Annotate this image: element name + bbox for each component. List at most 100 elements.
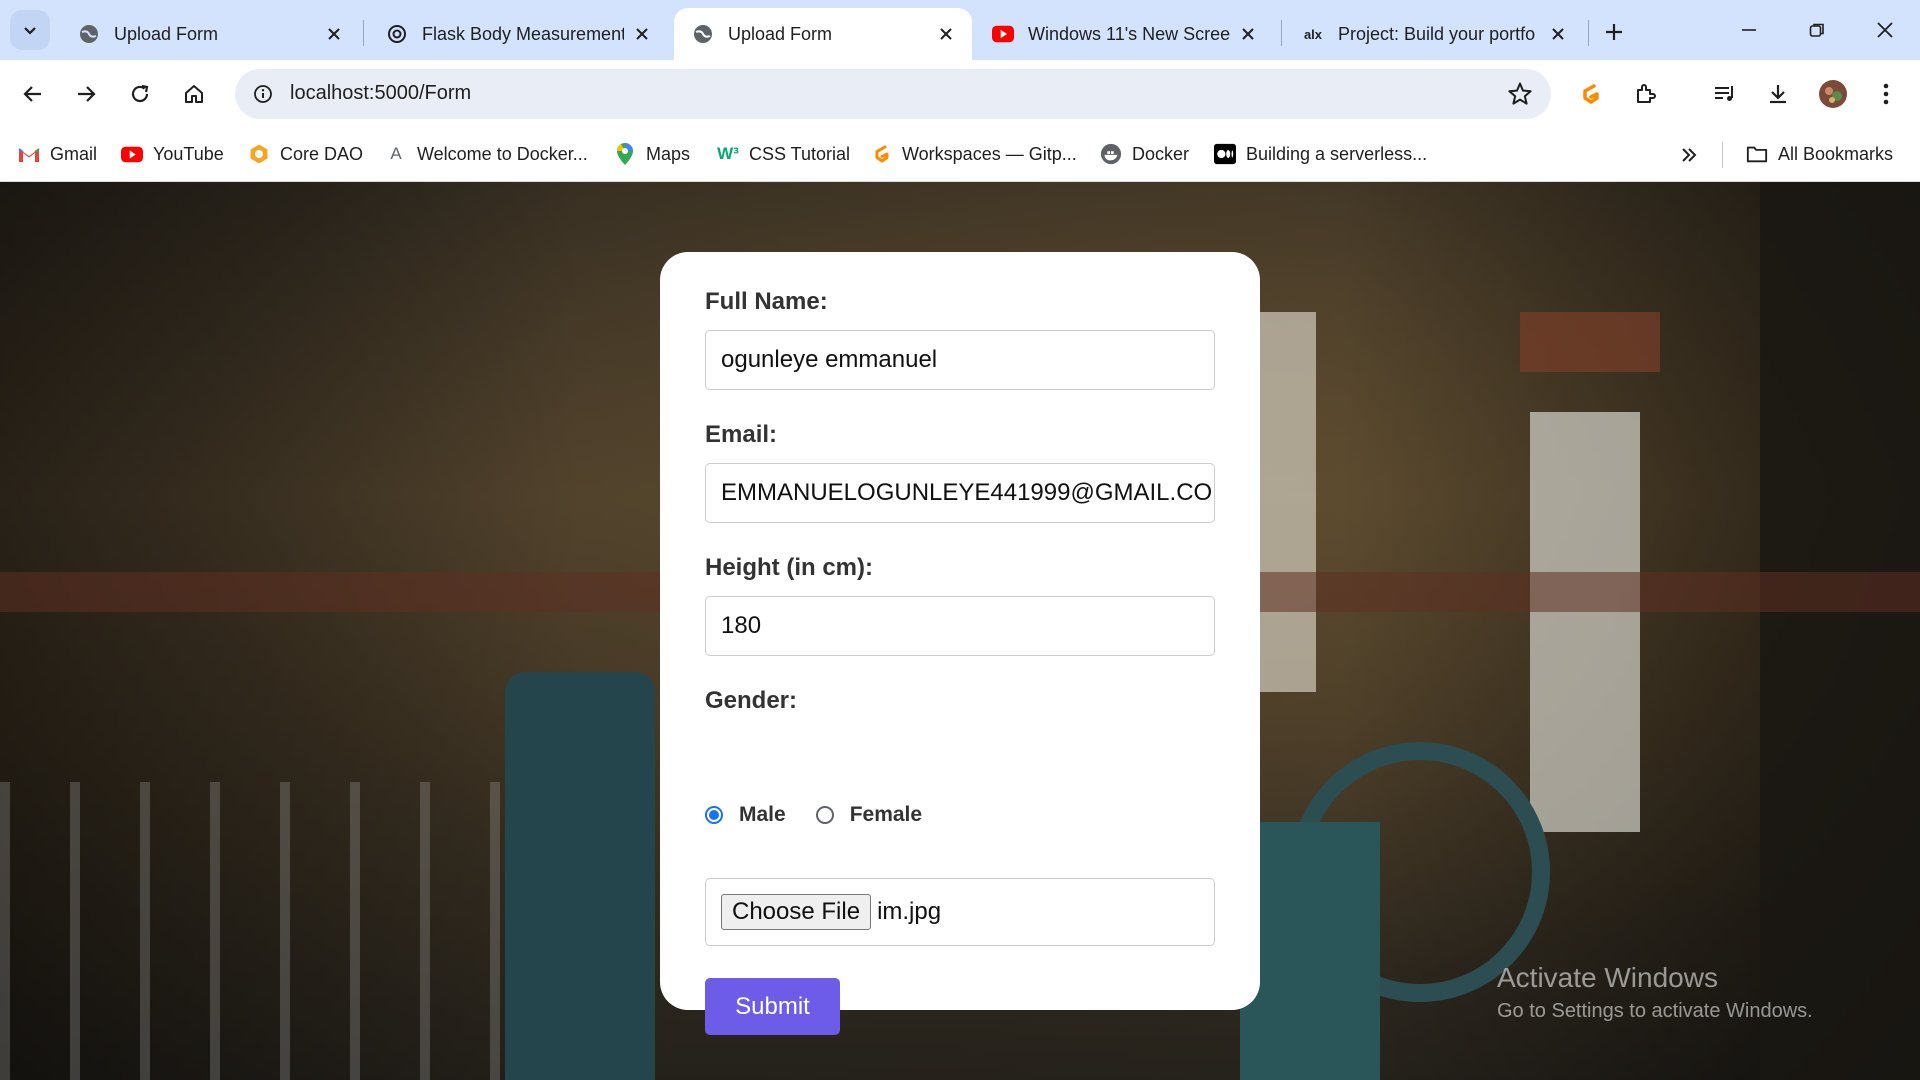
full-name-label: Full Name: — [705, 288, 828, 315]
tab-divider — [1588, 20, 1589, 46]
height-label: Height (in cm): — [705, 554, 873, 581]
bookmark-welcome-docker[interactable]: A Welcome to Docker... — [385, 138, 588, 170]
close-icon[interactable] — [630, 22, 654, 46]
gender-label: Gender: — [705, 687, 798, 714]
plus-icon — [1606, 24, 1622, 40]
home-button[interactable] — [174, 74, 214, 114]
watermark-title: Activate Windows — [1497, 962, 1718, 993]
tab-windows-11-video[interactable]: Windows 11's New Scree — [974, 8, 1274, 60]
bookmark-label: Core DAO — [280, 143, 364, 164]
minimize-button[interactable] — [1716, 0, 1782, 60]
close-icon[interactable] — [1546, 22, 1570, 46]
bookmark-maps[interactable]: Maps — [614, 138, 690, 170]
address-bar[interactable]: localhost:5000/Form — [235, 69, 1551, 119]
new-tab-button[interactable] — [1596, 14, 1632, 50]
close-window-button[interactable] — [1852, 0, 1918, 60]
full-name-input[interactable]: ogunleye emmanuel — [705, 330, 1215, 390]
gender-female-radio[interactable] — [815, 806, 834, 824]
bookmark-css-tutorial[interactable]: W³ CSS Tutorial — [717, 138, 850, 170]
file-upload-field: Choose File im.jpg — [705, 878, 1215, 946]
arrow-left-icon — [23, 86, 41, 102]
bookmark-core-dao[interactable]: Core DAO — [248, 138, 363, 170]
tab-title: Project: Build your portfo — [1338, 23, 1536, 44]
alx-icon: alx — [1303, 26, 1323, 42]
close-icon — [1877, 22, 1893, 38]
tab-upload-form-1[interactable]: Upload Form — [60, 8, 360, 60]
bookmark-label: Workspaces — Gitp... — [902, 143, 1077, 164]
gender-male-radio[interactable] — [705, 806, 723, 824]
choose-file-button[interactable]: Choose File — [721, 894, 872, 930]
bookmarks-overflow-button[interactable] — [1676, 142, 1702, 168]
selected-file-name: im.jpg — [877, 898, 942, 925]
bookmark-label: Welcome to Docker... — [417, 143, 588, 164]
tab-flask-body-measurement[interactable]: Flask Body Measurement — [368, 8, 668, 60]
bookmark-label: Docker — [1132, 143, 1190, 164]
docker-icon — [1100, 143, 1122, 165]
more-menu-icon[interactable] — [1868, 76, 1904, 112]
watermark-subtitle: Go to Settings to activate Windows. — [1497, 1000, 1813, 1022]
restore-button[interactable] — [1784, 0, 1850, 60]
bookmark-workspaces-gitpod[interactable]: Workspaces — Gitp... — [870, 138, 1077, 170]
submit-button[interactable]: Submit — [705, 978, 840, 1035]
height-input[interactable]: 180 — [705, 596, 1215, 656]
background-window — [1256, 312, 1316, 692]
coredao-icon — [248, 143, 270, 165]
tab-divider — [1281, 20, 1282, 46]
close-icon[interactable] — [1236, 22, 1260, 46]
close-icon[interactable] — [322, 22, 346, 46]
tab-title: Flask Body Measurement — [422, 23, 624, 44]
gender-radio-group: Male Female — [705, 800, 922, 830]
background-railing — [0, 782, 500, 1080]
tab-title: Upload Form — [114, 23, 219, 44]
browser-toolbar: localhost:5000/Form — [0, 60, 1920, 166]
page-background: Full Name: ogunleye emmanuel Email: EMMA… — [0, 182, 1920, 1080]
tab-title: Upload Form — [728, 23, 833, 44]
close-icon[interactable] — [934, 22, 958, 46]
bookmark-label: CSS Tutorial — [749, 143, 851, 164]
activate-windows-watermark: Activate Windows Go to Settings to activ… — [1497, 962, 1813, 1023]
reload-icon — [131, 84, 149, 103]
tab-alx-project[interactable]: alx Project: Build your portfo — [1284, 8, 1584, 60]
bookmark-label: YouTube — [153, 143, 224, 164]
background-tree-trunk — [1760, 182, 1920, 1080]
bookmark-label: Maps — [646, 143, 691, 164]
gitpod-extension-icon[interactable] — [1572, 76, 1608, 112]
extensions-icon[interactable] — [1628, 76, 1664, 112]
w3schools-icon: W³ — [717, 144, 739, 163]
back-button[interactable] — [13, 74, 53, 114]
tab-upload-form-active[interactable]: Upload Form — [674, 8, 972, 60]
tab-search-button[interactable] — [10, 10, 50, 50]
letter-a-icon: A — [390, 144, 402, 163]
bookmark-label: Gmail — [50, 143, 98, 164]
bookmark-gmail[interactable]: Gmail — [18, 138, 97, 170]
download-icon[interactable] — [1760, 76, 1796, 112]
reload-button[interactable] — [120, 74, 160, 114]
bookmark-docker[interactable]: Docker — [1100, 138, 1189, 170]
background-window-lintel — [1520, 312, 1660, 372]
youtube-icon — [992, 23, 1014, 45]
url-text[interactable]: localhost:5000/Form — [290, 82, 471, 105]
bookmark-star-icon[interactable] — [1507, 81, 1533, 107]
forward-button[interactable] — [66, 74, 106, 114]
gitpod-icon — [870, 143, 892, 165]
site-info-icon[interactable] — [247, 78, 279, 110]
medium-icon — [1214, 143, 1236, 165]
all-bookmarks-button[interactable]: All Bookmarks — [1746, 138, 1893, 170]
bookmark-youtube[interactable]: YouTube — [121, 138, 224, 170]
tab-divider — [363, 20, 364, 46]
bookmark-building-serverless[interactable]: Building a serverless... — [1214, 138, 1427, 170]
arrow-right-icon — [78, 86, 96, 102]
background-window — [1530, 412, 1640, 832]
email-input[interactable]: EMMANUELOGUNLEYE441999@GMAIL.CO — [705, 463, 1215, 523]
chatgpt-icon — [386, 23, 408, 45]
chevron-double-right-icon — [1682, 148, 1697, 162]
gmail-icon — [18, 143, 40, 165]
all-bookmarks-label: All Bookmarks — [1778, 143, 1894, 164]
globe-icon — [78, 23, 100, 45]
media-control-icon[interactable] — [1706, 76, 1742, 112]
profile-avatar[interactable] — [1815, 76, 1851, 112]
bookmarks-bar: Gmail YouTube Core DAO A Welcome to Dock… — [0, 128, 1920, 182]
tab-strip: Upload Form Flask Body Measurement Uploa… — [0, 0, 1920, 60]
chevron-down-icon — [24, 27, 36, 35]
youtube-icon — [121, 143, 143, 165]
